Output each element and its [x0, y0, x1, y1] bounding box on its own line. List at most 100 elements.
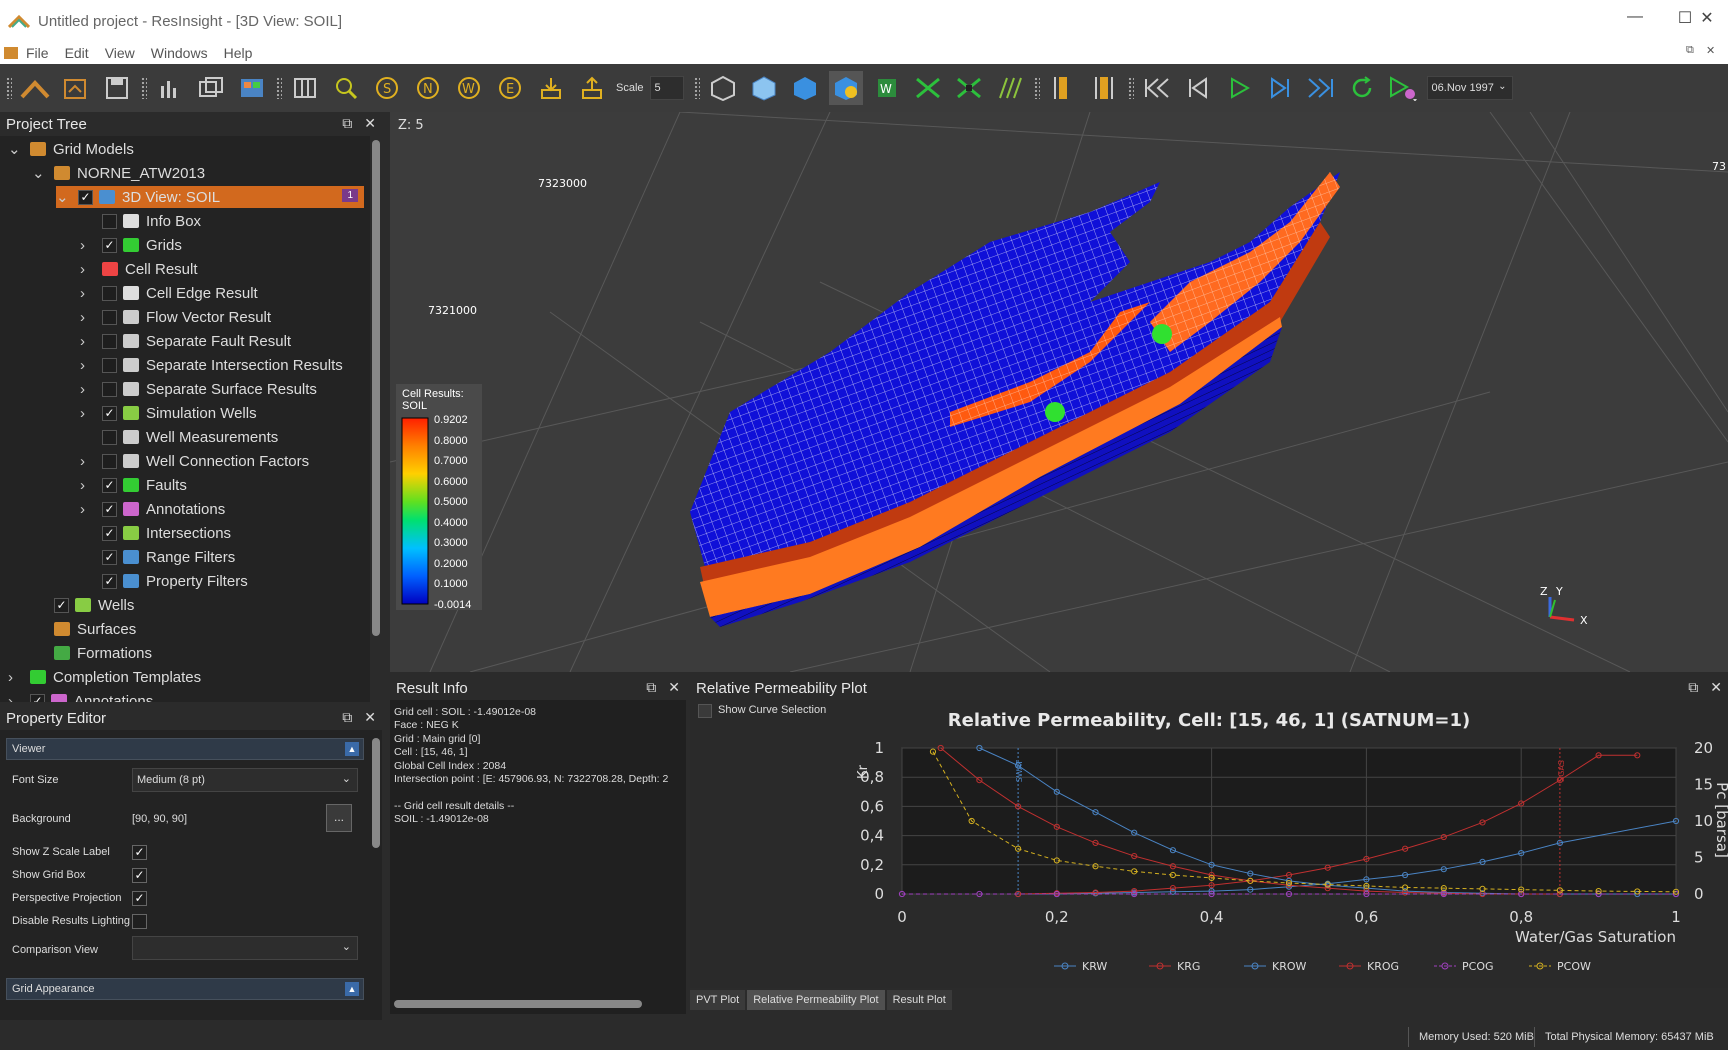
expand-right-icon[interactable]: › [80, 237, 94, 254]
tree-item-completion-templates[interactable]: › Completion Templates [8, 666, 201, 688]
visibility-checkbox[interactable]: ✓ [102, 549, 117, 565]
tree-item-faults[interactable]: › ✓ Faults [80, 474, 187, 496]
expand-right-icon[interactable]: › [80, 477, 94, 494]
visibility-checkbox[interactable] [102, 309, 117, 325]
tree-item-range-filters[interactable]: ✓ Range Filters [80, 546, 235, 568]
expand-right-icon[interactable]: › [8, 669, 22, 686]
tree-item-well-connection-factors[interactable]: › Well Connection Factors [80, 450, 309, 472]
next-step-icon[interactable] [1263, 71, 1297, 105]
well-pipes-icon[interactable]: W [870, 71, 904, 105]
visibility-checkbox[interactable]: ✓ [54, 597, 69, 613]
animation-settings-icon[interactable] [1386, 71, 1420, 105]
all-wells-icon[interactable] [993, 71, 1027, 105]
menu-windows[interactable]: Windows [151, 45, 208, 61]
plot-window-icon[interactable] [153, 71, 187, 105]
show-grid-box-checkbox[interactable]: ✓ [132, 868, 147, 883]
tree-item-annotations[interactable]: › ✓ Annotations [8, 690, 153, 702]
reservoir-3d-render[interactable]: Z: 5 7323000 7321000 73 Z Y X [390, 112, 1728, 672]
view-south-icon[interactable]: S [370, 71, 404, 105]
tab-result-plot[interactable]: Result Plot [886, 990, 952, 1010]
expand-right-icon[interactable]: › [80, 501, 94, 518]
visibility-checkbox[interactable] [102, 333, 117, 349]
tab-relative-permeability-plot[interactable]: Relative Permeability Plot [747, 990, 885, 1010]
scale-spinbox[interactable]: 5 [649, 76, 684, 100]
expand-down-icon[interactable]: ⌄ [32, 164, 46, 182]
collapse-up-icon[interactable]: ▲ [345, 742, 359, 756]
tree-item-grid-models[interactable]: ⌄ Grid Models [8, 138, 134, 160]
toolbar-grip[interactable] [276, 77, 282, 99]
snapshot-all-icon[interactable] [235, 71, 269, 105]
close-panel-icon[interactable]: ✕ [1710, 679, 1722, 696]
perspective-projection-checkbox[interactable]: ✓ [132, 891, 147, 906]
tree-item-intersections[interactable]: ✓ Intersections [80, 522, 231, 544]
tree-item-cell-result[interactable]: › Cell Result [80, 258, 198, 280]
first-step-icon[interactable] [1140, 71, 1174, 105]
import-eclipse-icon[interactable] [18, 71, 52, 105]
visibility-checkbox[interactable]: ✓ [102, 573, 117, 589]
toolbar-grip[interactable] [1127, 77, 1134, 99]
relperm-chart[interactable]: 0 0,2 0,4 0,6 0,8 100,20,40,60,8105101520Rela… [690, 700, 1728, 988]
previous-step-icon[interactable] [1181, 71, 1215, 105]
menu-file[interactable]: File [26, 45, 49, 61]
toolbar-grip[interactable] [693, 77, 700, 99]
grid-appearance-section-header[interactable]: Grid Appearance ▲ [6, 978, 364, 1000]
close-panel-icon[interactable]: ✕ [364, 709, 376, 726]
restore-mdi-icon[interactable]: ⧉ [1686, 44, 1694, 57]
last-step-icon[interactable] [1304, 71, 1338, 105]
expand-right-icon[interactable]: › [80, 261, 94, 278]
tab-pvt-plot[interactable]: PVT Plot [690, 990, 746, 1010]
float-panel-icon[interactable]: ⧉ [646, 679, 656, 696]
close-panel-icon[interactable]: ✕ [364, 115, 376, 132]
expand-right-icon[interactable]: › [80, 309, 94, 326]
minimize-button[interactable]: — [1620, 8, 1650, 32]
tree-item-norne-atw2013[interactable]: ⌄ NORNE_ATW2013 [32, 162, 205, 184]
surface-only-icon[interactable] [788, 71, 822, 105]
tree-item-separate-surface-results[interactable]: › Separate Surface Results [80, 378, 317, 400]
collapse-up-icon[interactable]: ▲ [345, 982, 359, 996]
float-panel-icon[interactable]: ⧉ [342, 709, 352, 726]
visibility-checkbox[interactable]: ✓ [102, 477, 117, 493]
import-case-icon[interactable] [59, 71, 93, 105]
bar-plot-icon[interactable] [288, 71, 322, 105]
property-editor-scrollbar[interactable] [372, 738, 380, 848]
tree-item-separate-fault-result[interactable]: › Separate Fault Result [80, 330, 291, 352]
snapshot-icon[interactable] [194, 71, 228, 105]
expand-right-icon[interactable]: › [80, 357, 94, 374]
expand-right-icon[interactable]: › [80, 381, 94, 398]
date-combobox[interactable]: 06.Nov 1997 ⌄ [1426, 76, 1513, 100]
close-window-button[interactable]: ✕ [1692, 8, 1722, 32]
expand-right-icon[interactable]: › [80, 333, 94, 350]
background-browse-button[interactable]: ... [326, 804, 352, 832]
range-z-icon[interactable] [1087, 71, 1121, 105]
expand-right-icon[interactable]: › [80, 453, 94, 470]
expand-down-icon[interactable]: ⌄ [8, 140, 22, 158]
tree-item-wells[interactable]: ✓ Wells [32, 594, 134, 616]
expand-right-icon[interactable]: › [80, 285, 94, 302]
viewer-section-header[interactable]: Viewer ▲ [6, 738, 364, 760]
faults-toggle-icon[interactable] [911, 71, 945, 105]
float-panel-icon[interactable]: ⧉ [342, 115, 352, 132]
play-icon[interactable] [1222, 71, 1256, 105]
visibility-checkbox[interactable]: ✓ [102, 237, 117, 253]
expand-right-icon[interactable]: › [8, 693, 22, 703]
view-down-icon[interactable] [575, 71, 609, 105]
view-north-icon[interactable]: N [411, 71, 445, 105]
visibility-checkbox[interactable]: ✓ [102, 501, 117, 517]
view-up-icon[interactable] [534, 71, 568, 105]
comparison-view-combobox[interactable]: ⌄ [132, 936, 358, 960]
tree-item-well-measurements[interactable]: Well Measurements [80, 426, 278, 448]
project-tree-scrollbar[interactable] [372, 140, 380, 636]
close-panel-icon[interactable]: ✕ [668, 679, 680, 696]
save-project-icon[interactable] [100, 71, 134, 105]
mesh-mode-icon[interactable] [706, 71, 740, 105]
toolbar-grip[interactable] [1033, 77, 1040, 99]
visibility-checkbox[interactable]: ✓ [102, 525, 117, 541]
float-panel-icon[interactable]: ⧉ [1688, 679, 1698, 696]
expand-down-icon[interactable]: ⌄ [56, 188, 70, 206]
font-size-combobox[interactable]: Medium (8 pt) ⌄ [132, 768, 358, 792]
visibility-checkbox[interactable] [102, 453, 117, 469]
visibility-checkbox[interactable] [102, 429, 117, 445]
faults-labels-icon[interactable] [952, 71, 986, 105]
close-mdi-icon[interactable]: ✕ [1706, 44, 1715, 57]
tree-item-surfaces[interactable]: Surfaces [32, 618, 136, 640]
